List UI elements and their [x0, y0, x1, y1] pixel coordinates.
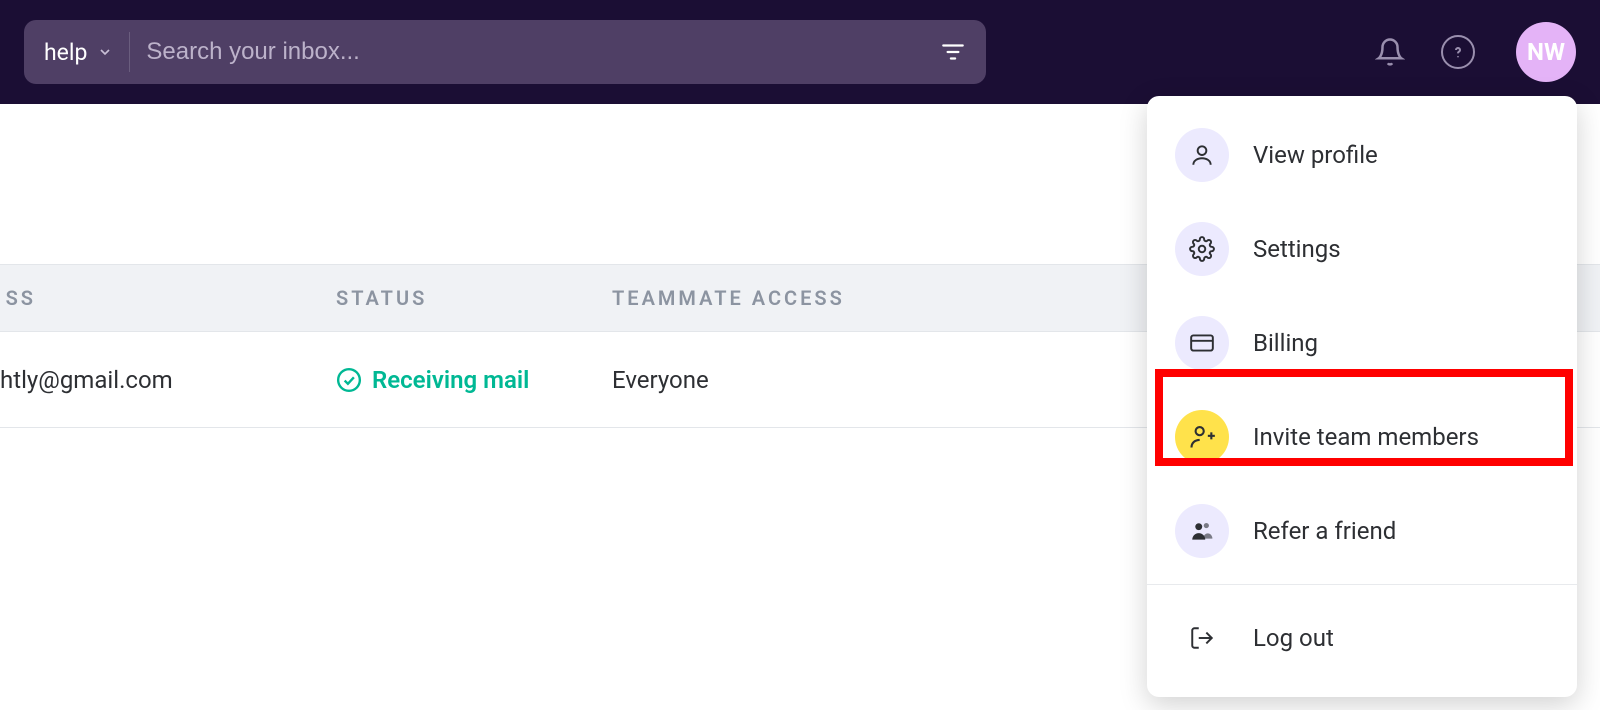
menu-divider [1147, 584, 1577, 585]
profile-menu: View profile Settings Billing Invite tea… [1147, 96, 1577, 697]
cell-status: Receiving mail [336, 366, 612, 394]
cell-address: htly@gmail.com [0, 366, 336, 394]
bell-icon [1375, 37, 1405, 67]
menu-item-logout[interactable]: Log out [1147, 591, 1577, 685]
menu-item-label: Billing [1253, 329, 1318, 357]
searchbox: help [24, 20, 986, 84]
inbox-selector-label: help [44, 39, 87, 66]
menu-item-settings[interactable]: Settings [1147, 202, 1577, 296]
search-input[interactable] [146, 38, 924, 66]
menu-item-invite-team-members[interactable]: Invite team members [1147, 390, 1577, 484]
chevron-down-icon [97, 44, 113, 60]
menu-item-label: View profile [1253, 141, 1378, 169]
menu-item-label: Invite team members [1253, 423, 1479, 451]
menu-item-label: Log out [1253, 624, 1334, 652]
menu-item-label: Settings [1253, 235, 1341, 263]
notifications-button[interactable] [1372, 34, 1408, 70]
help-button[interactable] [1440, 34, 1476, 70]
user-plus-icon [1175, 410, 1229, 464]
card-icon [1175, 316, 1229, 370]
check-circle-icon [336, 367, 362, 393]
col-header-ss: SS [0, 286, 336, 310]
avatar[interactable]: NW [1516, 22, 1576, 82]
people-icon [1175, 504, 1229, 558]
status-text: Receiving mail [372, 366, 529, 394]
menu-item-label: Refer a friend [1253, 517, 1396, 545]
topbar: help N [0, 0, 1600, 104]
filter-icon[interactable] [940, 39, 966, 65]
topbar-right: NW [1372, 22, 1576, 82]
menu-item-view-profile[interactable]: View profile [1147, 108, 1577, 202]
inbox-selector[interactable]: help [44, 32, 130, 72]
logout-icon [1175, 611, 1229, 665]
help-icon [1441, 35, 1475, 69]
menu-item-refer-friend[interactable]: Refer a friend [1147, 484, 1577, 578]
user-icon [1175, 128, 1229, 182]
gear-icon [1175, 222, 1229, 276]
menu-item-billing[interactable]: Billing [1147, 296, 1577, 390]
col-header-status: STATUS [336, 286, 612, 310]
avatar-initials: NW [1527, 38, 1565, 66]
